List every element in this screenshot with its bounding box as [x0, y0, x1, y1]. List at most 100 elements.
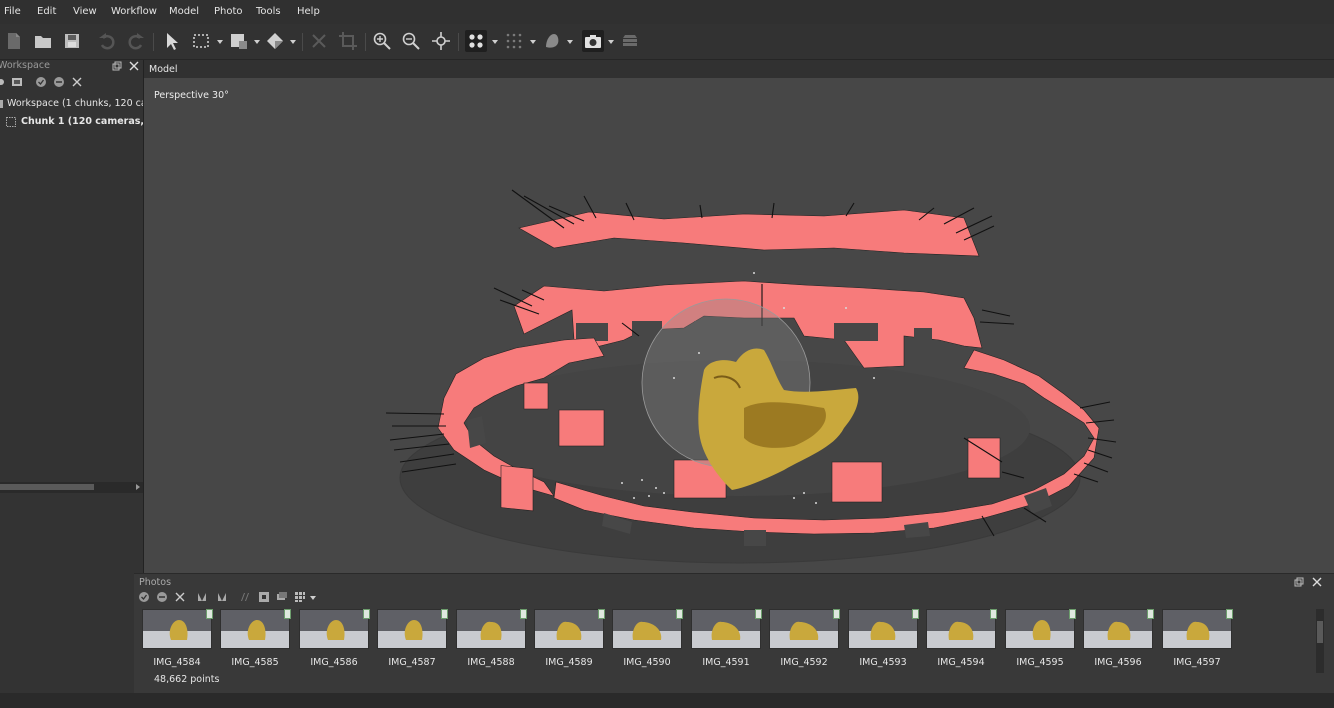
add-chunk-icon[interactable]: [0, 76, 9, 88]
photo-thumbnail[interactable]: IMG_4587: [377, 609, 448, 671]
tree-item-workspace[interactable]: Workspace (1 chunks, 120 cameras): [0, 97, 143, 113]
redo-icon[interactable]: [125, 30, 147, 52]
open-folder-icon[interactable]: [32, 30, 54, 52]
float-photos-icon[interactable]: [1294, 577, 1304, 587]
import-masks-icon[interactable]: [258, 591, 270, 603]
selection-dropdown-icon[interactable]: [217, 40, 223, 44]
photo-label: IMG_4584: [153, 657, 201, 668]
dense-cloud-dropdown-icon[interactable]: [530, 40, 536, 44]
rotate-left-icon[interactable]: [196, 591, 208, 603]
delete-icon[interactable]: [308, 30, 330, 52]
close-pane-icon[interactable]: [129, 61, 139, 71]
photo-aligned-icon: [1226, 609, 1233, 619]
menu-help[interactable]: Help: [297, 6, 320, 17]
new-document-icon[interactable]: [3, 30, 25, 52]
photo-thumbnail[interactable]: IMG_4597: [1162, 609, 1233, 671]
photo-label: IMG_4593: [859, 657, 907, 668]
camera-ring-top: [518, 209, 980, 257]
disable-camera-icon[interactable]: [156, 591, 168, 603]
photo-image: [1162, 609, 1232, 649]
properties-pane: [0, 492, 143, 694]
photo-image: [926, 609, 996, 649]
photo-thumbnail[interactable]: IMG_4585: [220, 609, 291, 671]
shaded-model-icon[interactable]: [541, 30, 563, 52]
shaded-model-dropdown-icon[interactable]: [567, 40, 573, 44]
menu-view[interactable]: View: [73, 6, 97, 17]
photo-thumbnail[interactable]: IMG_4588: [456, 609, 527, 671]
view-dropdown-icon[interactable]: [310, 596, 316, 600]
tree-item-chunk[interactable]: Chunk 1 (120 cameras, 48,662 points): [0, 115, 143, 131]
photo-thumbnail[interactable]: IMG_4590: [612, 609, 683, 671]
chunk-icon: [6, 117, 16, 127]
photo-thumbnail[interactable]: IMG_4591: [691, 609, 762, 671]
scrollbar-thumb[interactable]: [0, 484, 94, 490]
workspace-header: Workspace: [0, 60, 143, 73]
scrollbar-thumb[interactable]: [1317, 621, 1323, 643]
zoom-out-icon[interactable]: [400, 30, 422, 52]
mask-icon[interactable]: [240, 591, 252, 603]
grid-view-icon[interactable]: [294, 591, 306, 603]
photo-thumbnail[interactable]: IMG_4594: [926, 609, 997, 671]
photo-label: IMG_4587: [388, 657, 436, 668]
undo-icon[interactable]: [96, 30, 118, 52]
remove-camera-icon[interactable]: [174, 591, 186, 603]
photo-thumbnail[interactable]: IMG_4586: [299, 609, 370, 671]
float-pane-icon[interactable]: [112, 61, 122, 71]
enable-icon[interactable]: [35, 76, 47, 88]
photo-thumbnail[interactable]: IMG_4584: [142, 609, 213, 671]
details-view-icon[interactable]: [276, 591, 288, 603]
disable-icon[interactable]: [53, 76, 65, 88]
workspace-horizontal-scrollbar[interactable]: [0, 482, 143, 492]
point-cloud-icon[interactable]: [465, 30, 487, 52]
show-cameras-icon[interactable]: [582, 30, 604, 52]
point-cloud-dropdown-icon[interactable]: [492, 40, 498, 44]
save-icon[interactable]: [61, 30, 83, 52]
resize-region-icon[interactable]: [228, 30, 250, 52]
photo-aligned-icon: [441, 609, 448, 619]
photos-pane: Photos IMG_4584 IMG_4585 IMG_4586 IMG_45…: [134, 573, 1334, 694]
menu-photo[interactable]: Photo: [214, 6, 243, 17]
region-dropdown-icon[interactable]: [254, 40, 260, 44]
dense-cloud-icon[interactable]: [503, 30, 525, 52]
scene-3d[interactable]: [144, 78, 1334, 573]
reset-view-icon[interactable]: [430, 30, 452, 52]
rectangle-selection-icon[interactable]: [190, 30, 212, 52]
rotate-dropdown-icon[interactable]: [290, 40, 296, 44]
photo-aligned-icon: [1069, 609, 1076, 619]
zoom-in-icon[interactable]: [371, 30, 393, 52]
workspace-node-icon: [0, 100, 3, 108]
close-photos-icon[interactable]: [1312, 577, 1322, 587]
photo-thumbnail[interactable]: IMG_4596: [1083, 609, 1154, 671]
navigation-arrow-icon[interactable]: [160, 30, 182, 52]
rotate-right-icon[interactable]: [216, 591, 228, 603]
model-viewport[interactable]: Perspective 30°: [144, 78, 1334, 573]
model-tab[interactable]: Model: [144, 60, 1334, 78]
view-mode-label: Perspective 30°: [154, 90, 229, 101]
remove-icon[interactable]: [71, 76, 83, 88]
scroll-right-icon[interactable]: [135, 484, 141, 490]
photo-thumbnail[interactable]: IMG_4595: [1005, 609, 1076, 671]
add-photos-icon[interactable]: [11, 76, 23, 88]
photo-aligned-icon: [363, 609, 370, 619]
menu-edit[interactable]: Edit: [37, 6, 56, 17]
tree-item-workspace-label: Workspace (1 chunks, 120 cameras): [7, 98, 143, 109]
photo-label: IMG_4585: [231, 657, 279, 668]
photo-thumbnail[interactable]: IMG_4589: [534, 609, 605, 671]
cameras-dropdown-icon[interactable]: [608, 40, 614, 44]
enable-camera-icon[interactable]: [138, 591, 150, 603]
photo-aligned-icon: [520, 609, 527, 619]
show-region-icon[interactable]: [619, 30, 641, 52]
menu-tools[interactable]: Tools: [256, 6, 281, 17]
menu-workflow[interactable]: Workflow: [111, 6, 157, 17]
menu-file[interactable]: File: [4, 6, 21, 17]
photo-thumbnail[interactable]: IMG_4592: [769, 609, 840, 671]
photo-aligned-icon: [833, 609, 840, 619]
photo-thumbnail[interactable]: IMG_4593: [848, 609, 919, 671]
crop-icon[interactable]: [337, 30, 359, 52]
menu-model[interactable]: Model: [169, 6, 199, 17]
workspace-toolbar: [0, 76, 143, 90]
photo-image: [1083, 609, 1153, 649]
model-tab-label: Model: [149, 64, 178, 75]
photos-vertical-scrollbar[interactable]: [1316, 609, 1324, 673]
rotate-object-icon[interactable]: [264, 30, 286, 52]
